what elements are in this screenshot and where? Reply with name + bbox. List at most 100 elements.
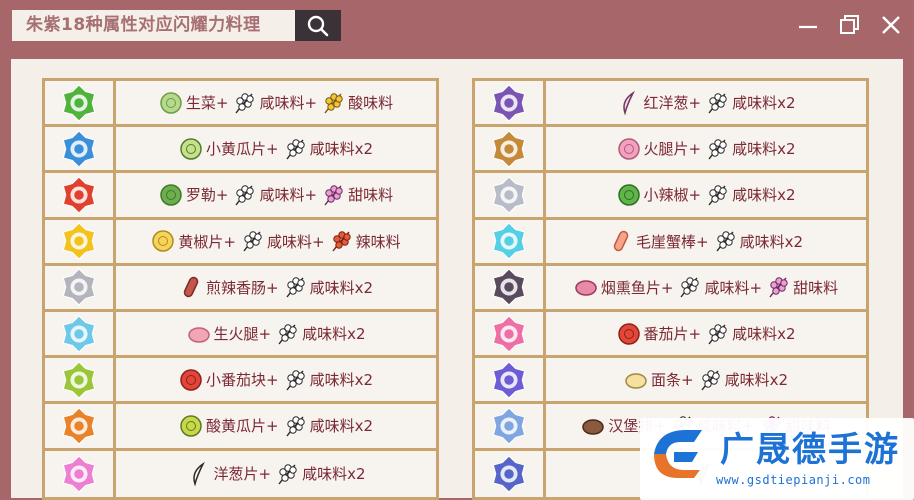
ingredient: 小番茄块+ [179,368,279,392]
type-badge-icon [492,407,526,445]
ingredient: 咸味料x2 [283,137,373,161]
ingredient: 小黄瓜片+ [179,137,279,161]
jalapeno-icon [617,184,640,206]
ingredient: 咸味料+ [677,275,762,299]
ingredient-label: 黄椒片+ [178,232,236,251]
recipe-cell: 小黄瓜片+ 咸味料x2 [116,127,436,170]
recipe-cell: 面条+ 咸味料x2 [546,358,866,401]
ingredient: 咸味料+ [232,183,317,207]
ingredient-label: 咸味料x2 [309,417,373,436]
recipe-row: 火腿片+ 咸味料x2 [475,127,866,174]
basil-icon [160,184,182,206]
salty-herba-icon [701,370,720,391]
ingredient-label: 煎辣香肠+ [206,278,279,297]
type-badge-icon [492,360,526,399]
ingredient: 咸味料+ [232,91,317,115]
cucumber-icon [180,138,202,160]
ingredient-label: 咸味料x2 [309,371,373,390]
salty-herba-icon [286,370,305,391]
search-icon [307,15,329,36]
onion-icon [192,461,205,486]
hamburger-patty-icon [582,419,605,435]
ingredient: 咸味料x2 [698,368,788,392]
close-icon [882,16,900,34]
recipe-row: 罗勒+ 咸味料+ 甜味料 [45,173,436,220]
ingredient-label: 小番茄块+ [206,371,279,390]
recipe-row: 洋葱片+ 咸味料x2 [45,450,436,497]
salty-herba-icon [708,323,727,344]
recipe-cell: 小番茄块+ 咸味料x2 [116,358,436,401]
type-cell [475,127,546,171]
recipe-row: 番茄片+ 咸味料x2 [475,311,866,359]
type-cell [45,311,116,356]
ingredient: 洋葱片+ [187,461,271,486]
sweet-herba-icon [324,185,343,206]
ingredient-label: 咸味料x2 [732,94,796,113]
ingredient: 咸味料x2 [705,91,796,115]
ingredient-label: 咸味料x2 [732,325,796,344]
type-badge-icon [62,314,96,353]
salty-herba-icon [708,92,727,114]
watermark-url: www.gsdtiepianji.com [716,473,871,487]
watermark-logo [654,430,702,478]
type-cell [475,450,546,497]
ingredient-label: 咸味料x2 [302,325,366,344]
noodles-icon [625,372,647,389]
ingredient: 煎辣香肠+ [179,275,279,299]
ingredient-label: 酸黄瓜片+ [206,417,279,436]
ingredient: 毛崖蟹棒+ [609,229,709,253]
left-recipe-table: 生菜+ 咸味料+ 酸味料 小黄瓜片+ 咸味料x2 罗勒+ 咸味料+ 甜味料 黄椒片+ 咸味料+ 辣味… [42,78,439,500]
ingredient: 咸味料x2 [705,137,796,161]
chorizo-icon [183,277,199,298]
ingredient: 面条+ [624,368,694,392]
ingredient-label: 甜味料 [348,186,394,205]
type-cell [45,358,116,402]
salty-herba-icon [278,323,297,344]
ingredient: 咸味料x2 [283,368,373,392]
maximize-button[interactable] [837,12,863,38]
recipe-row: 小辣椒+ 咸味料x2 [475,173,866,220]
minimize-button[interactable] [795,12,821,38]
ingredient: 酸黄瓜片+ [179,414,279,438]
recipe-row: 烟熏鱼片+ 咸味料+ 甜味料 [475,265,866,312]
ingredient: 罗勒+ [159,183,228,207]
ingredient-label: 甜味料 [793,278,839,297]
salty-herba-icon [286,139,305,160]
recipe-row: 小黄瓜片+ 咸味料x2 [45,127,436,174]
ingredient: 咸味料+ [240,229,325,253]
ingredient: 番茄片+ [617,322,702,346]
ingredient-label: 咸味料+ [259,186,318,205]
ingredient: 咸味料x2 [705,183,796,207]
recipe-row: 生菜+ 咸味料+ 酸味料 [45,81,436,128]
maximize-icon [840,15,859,34]
search-button[interactable] [295,10,341,41]
recipe-row: 毛崖蟹棒+ 咸味料x2 [475,219,866,266]
ingredient: 咸味料x2 [283,414,373,438]
tomato-icon [617,322,640,345]
sour-herba-icon [324,92,343,114]
recipe-cell: 火腿片+ 咸味料x2 [546,127,866,170]
salty-herba-icon [235,185,255,206]
ingredient-label: 咸味料x2 [309,278,373,297]
recipe-cell: 煎辣香肠+ 咸味料x2 [116,266,436,309]
ingredient: 小辣椒+ [617,183,701,207]
ingredient: 咸味料x2 [705,322,796,346]
type-badge-icon [492,129,526,168]
ingredient-label: 咸味料+ [259,94,318,113]
type-badge-icon [492,454,526,493]
ingredient: 辣味料 [329,229,401,253]
recipe-row: 小番茄块+ 咸味料x2 [45,358,436,405]
ingredient-label: 烟熏鱼片+ [600,278,674,297]
lettuce-icon [160,91,182,114]
recipe-cell: 生菜+ 咸味料+ 酸味料 [116,81,436,124]
title-bar: 朱紫18种属性对应闪耀力料理 [0,0,914,52]
ingredient-label: 番茄片+ [643,325,702,344]
ingredient: 火腿片+ [617,137,701,161]
recipe-row: 酸黄瓜片+ 咸味料x2 [45,404,436,451]
sweet-herba-icon [769,277,788,298]
close-button[interactable] [878,12,904,38]
type-cell [45,81,116,125]
salty-herba-icon [708,139,727,160]
recipe-row: 红洋葱+ 咸味料x2 [475,81,866,128]
type-cell [45,173,116,217]
